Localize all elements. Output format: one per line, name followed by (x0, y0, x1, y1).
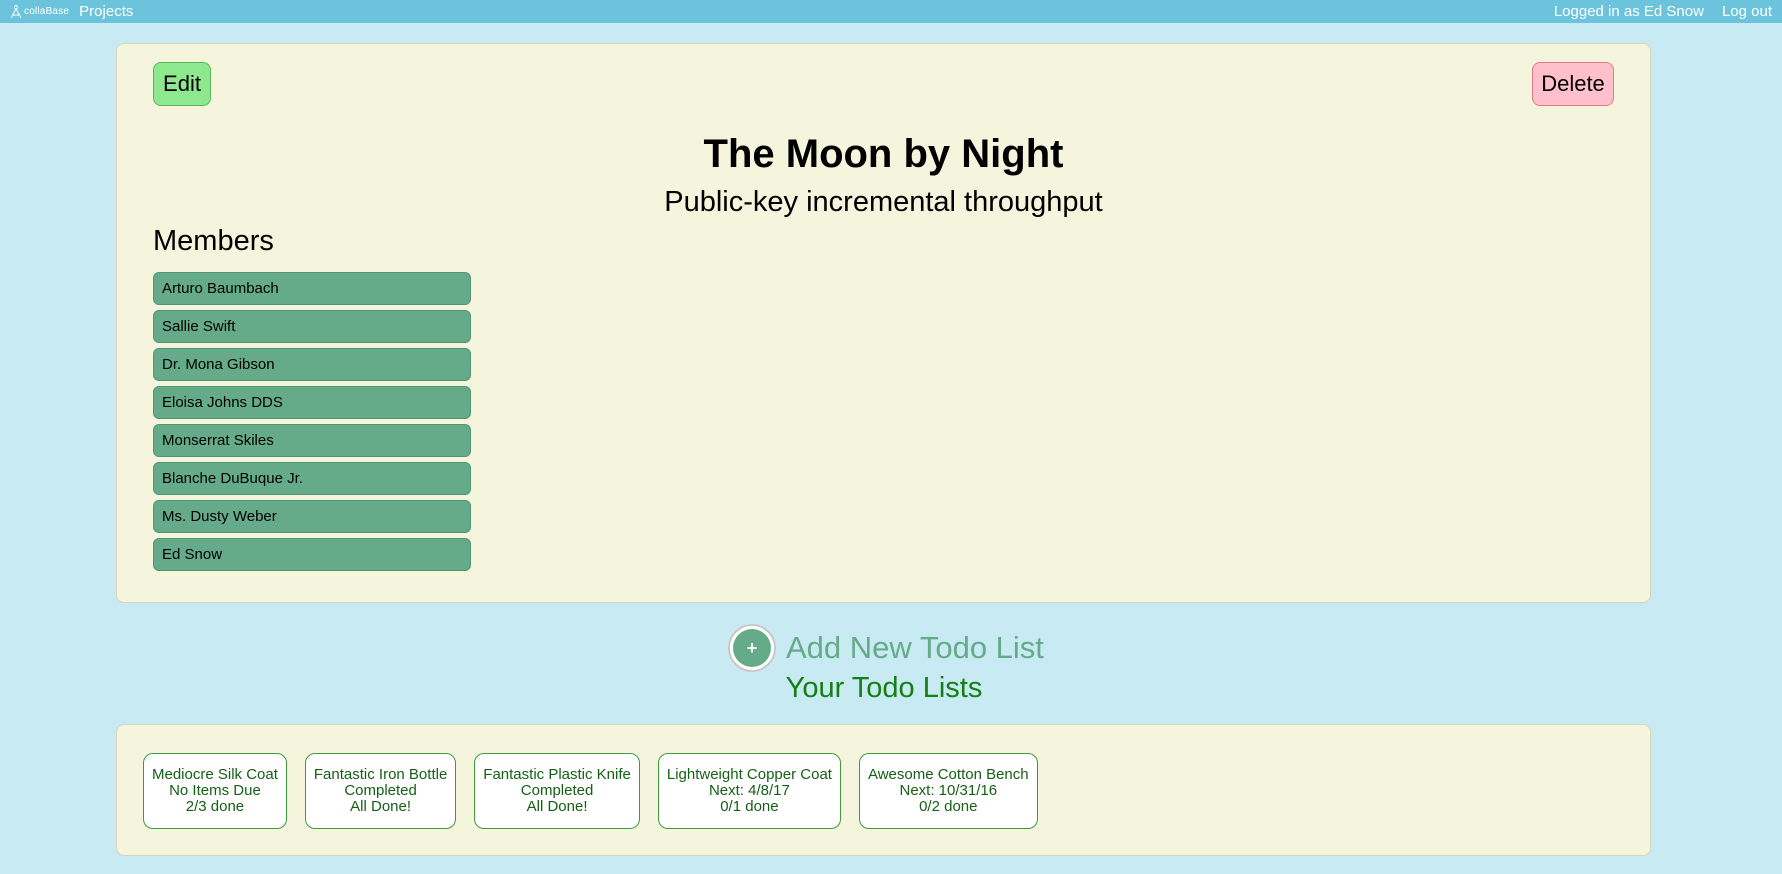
nav-projects-link[interactable]: Projects (79, 3, 133, 20)
logo-icon (10, 4, 22, 18)
todo-list-status: Next: 10/31/16 (899, 782, 998, 799)
add-todo-list-label[interactable]: Add New Todo List (786, 630, 1044, 666)
brand-name: collaBase (24, 6, 70, 17)
todo-list-name: Awesome Cotton Bench (867, 766, 1029, 783)
logout-link[interactable]: Log out (1722, 3, 1772, 20)
top-navbar: collaBase Projects Logged in as Ed Snow … (0, 0, 1782, 23)
todo-list-card[interactable]: Fantastic Plastic Knife Completed All Do… (474, 753, 640, 829)
member-item[interactable]: Monserrat Skiles (153, 424, 471, 457)
todo-list-status: Completed (344, 782, 417, 799)
todo-lists-panel: Mediocre Silk Coat No Items Due 2/3 done… (116, 724, 1651, 856)
add-circle-icon[interactable]: + (728, 624, 776, 672)
member-item[interactable]: Sallie Swift (153, 310, 471, 343)
todo-list-card[interactable]: Lightweight Copper Coat Next: 4/8/17 0/1… (657, 753, 841, 829)
todo-list-name: Mediocre Silk Coat (152, 766, 278, 783)
todo-list-name: Fantastic Plastic Knife (483, 766, 631, 783)
add-todo-list-button[interactable]: + Add New Todo List (728, 624, 1044, 672)
project-panel: Edit Delete The Moon by Night Public-key… (116, 43, 1651, 603)
todo-list-progress: All Done! (526, 798, 588, 815)
todo-list-progress: All Done! (350, 798, 412, 815)
todo-list-status: Completed (520, 782, 594, 799)
project-title: The Moon by Night (703, 132, 1064, 176)
todo-list-status: No Items Due (169, 782, 261, 799)
logged-in-text: Logged in as Ed Snow (1553, 3, 1704, 20)
todo-list-status: Next: 4/8/17 (708, 782, 790, 799)
plus-icon: + (733, 629, 771, 667)
todo-list-card[interactable]: Fantastic Iron Bottle Completed All Done… (304, 753, 457, 829)
brand-logo[interactable]: collaBase (10, 4, 70, 19)
todo-list-cards: Mediocre Silk Coat No Items Due 2/3 done… (143, 753, 1038, 829)
member-item[interactable]: Blanche DuBuque Jr. (153, 462, 471, 495)
todo-list-card[interactable]: Awesome Cotton Bench Next: 10/31/16 0/2 … (858, 753, 1038, 829)
member-item[interactable]: Arturo Baumbach (153, 272, 471, 305)
member-item[interactable]: Dr. Mona Gibson (153, 348, 471, 381)
todo-list-progress: 0/1 done (720, 798, 779, 815)
members-heading: Members (153, 225, 274, 257)
members-list: Arturo Baumbach Sallie Swift Dr. Mona Gi… (153, 272, 471, 571)
edit-button[interactable]: Edit (153, 62, 211, 106)
todo-list-card[interactable]: Mediocre Silk Coat No Items Due 2/3 done (143, 753, 287, 829)
todo-lists-heading: Your Todo Lists (785, 672, 983, 704)
member-item[interactable]: Ed Snow (153, 538, 471, 571)
member-item[interactable]: Eloisa Johns DDS (153, 386, 471, 419)
todo-list-progress: 0/2 done (919, 798, 978, 815)
member-item[interactable]: Ms. Dusty Weber (153, 500, 471, 533)
project-subtitle: Public-key incremental throughput (664, 186, 1103, 218)
nav-user-area: Logged in as Ed Snow Log out (1554, 3, 1772, 20)
todo-list-name: Fantastic Iron Bottle (313, 766, 448, 783)
todo-list-progress: 2/3 done (185, 798, 245, 815)
todo-list-name: Lightweight Copper Coat (666, 766, 832, 783)
delete-button[interactable]: Delete (1532, 62, 1614, 106)
